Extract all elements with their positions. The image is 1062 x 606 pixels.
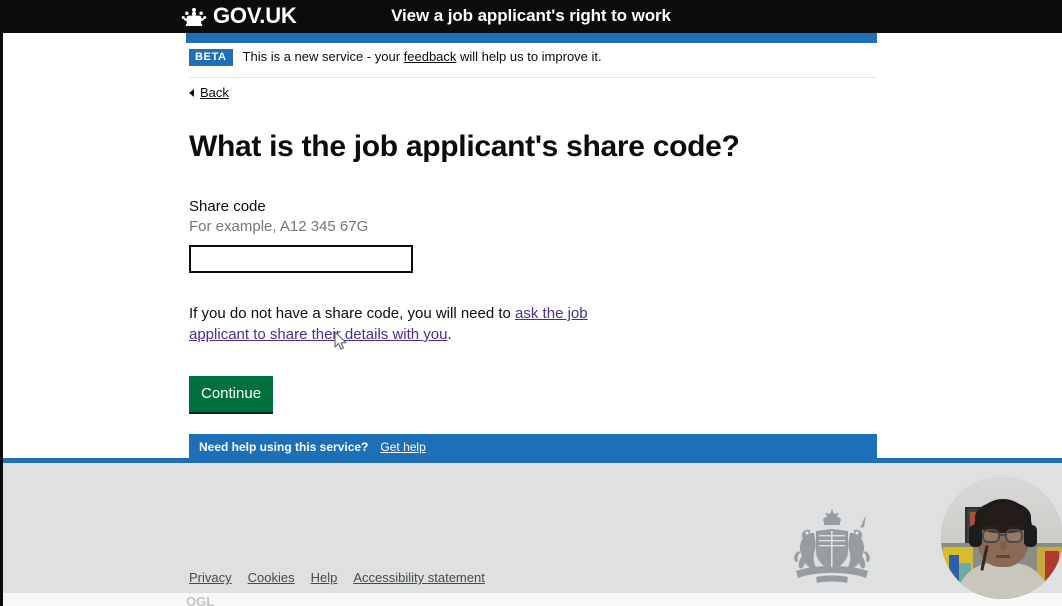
page-title: What is the job applicant's share code?	[189, 130, 740, 163]
share-code-label: Share code	[189, 198, 266, 215]
footer-top-rule	[0, 458, 1062, 463]
phase-text-after: will help us to improve it.	[456, 49, 602, 64]
page-content-area: BETA This is a new service - your feedba…	[0, 33, 1062, 460]
share-code-input[interactable]	[189, 245, 413, 273]
phase-banner-text: This is a new service - your feedback wi…	[243, 48, 602, 66]
share-code-hint: For example, A12 345 67G	[189, 218, 369, 235]
get-help-link[interactable]: Get help	[380, 439, 425, 455]
feedback-link[interactable]: feedback	[404, 49, 457, 64]
webcam-headphone-earcup-left	[969, 525, 982, 547]
webcam-person-nose	[1000, 541, 1007, 551]
footer-link-help[interactable]: Help	[311, 569, 338, 586]
govuk-header: GOV.UK View a job applicant's right to w…	[0, 0, 1062, 33]
back-arrow-icon	[189, 89, 194, 97]
webcam-person-mouth	[996, 555, 1010, 558]
service-title: View a job applicant's right to work	[391, 6, 671, 25]
page-left-border	[0, 33, 3, 606]
footer-link-privacy[interactable]: Privacy	[189, 569, 232, 586]
paragraph-text-after: .	[447, 326, 452, 343]
phase-banner: BETA This is a new service - your feedba…	[189, 47, 877, 78]
page-footer: Privacy Cookies Help Accessibility state…	[0, 463, 1062, 593]
footer-links: Privacy Cookies Help Accessibility state…	[189, 569, 501, 586]
back-link-label: Back	[200, 85, 229, 100]
continue-button[interactable]: Continue	[189, 376, 274, 412]
footer-clipped-label: OGL	[186, 594, 215, 606]
footer-clipped-text: OGL	[186, 593, 306, 606]
footer-link-cookies[interactable]: Cookies	[248, 569, 295, 586]
back-link[interactable]: Back	[189, 85, 229, 101]
help-bar-label: Need help using this service?	[199, 440, 369, 454]
royal-coat-of-arms-icon	[786, 505, 878, 585]
paragraph-text-before: If you do not have a share code, you wil…	[189, 305, 516, 322]
footer-link-accessibility-statement[interactable]: Accessibility statement	[353, 569, 485, 586]
webcam-shelf-folder-blue	[949, 555, 959, 585]
below-footer-background	[0, 593, 1062, 606]
service-navigation-strip	[186, 33, 877, 43]
screen-recording-frame: GOV.UK View a job applicant's right to w…	[0, 0, 1062, 606]
help-bar: Need help using this service? Get help	[189, 434, 877, 460]
webcam-shelf-folder-red	[1045, 551, 1059, 583]
phase-text-before: This is a new service - your	[242, 49, 404, 64]
webcam-headphone-earcup-right	[1024, 525, 1037, 547]
no-share-code-paragraph: If you do not have a share code, you wil…	[189, 303, 607, 345]
webcam-overlay[interactable]	[941, 477, 1062, 599]
main-content: What is the job applicant's share code? …	[189, 129, 809, 412]
beta-tag: BETA	[189, 48, 233, 66]
